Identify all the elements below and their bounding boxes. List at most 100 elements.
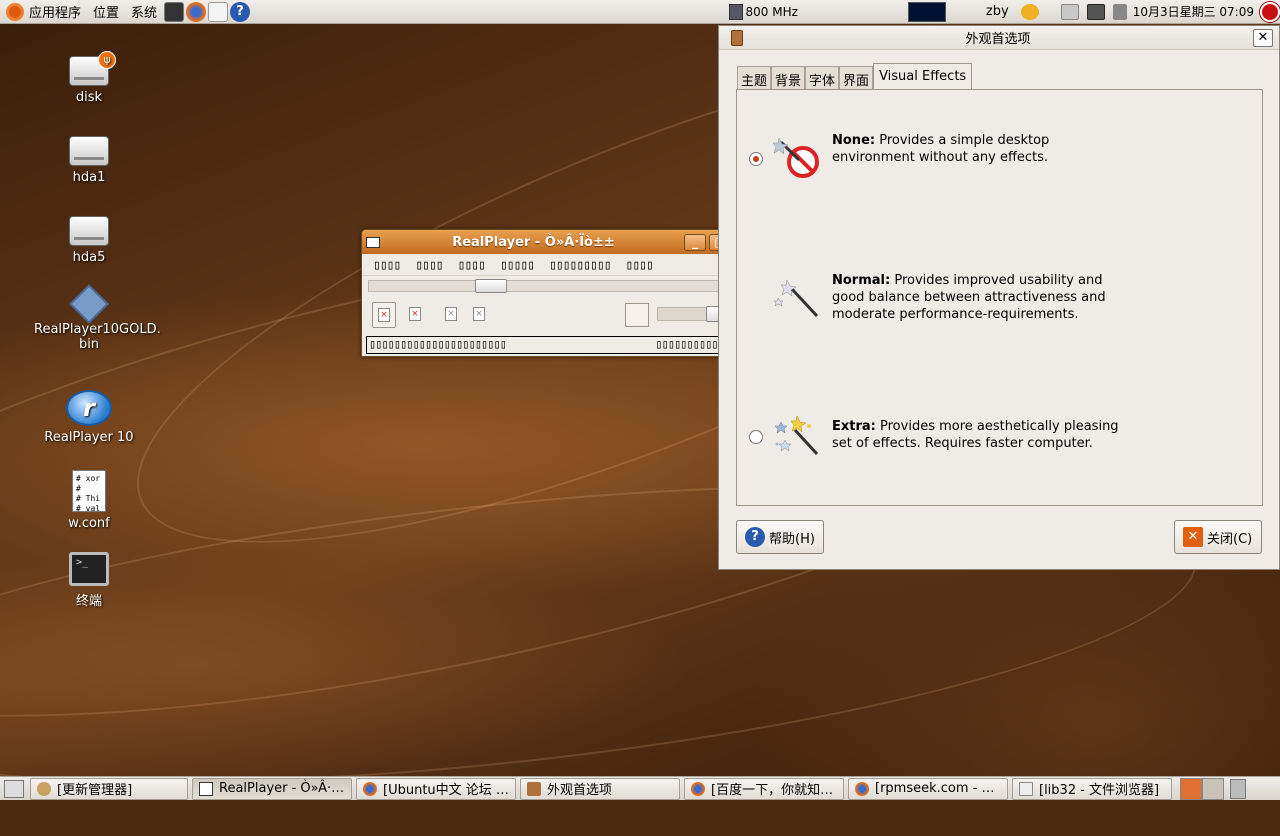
realplayer-logo-icon: r [66, 390, 112, 426]
desktop-icon-terminal[interactable]: >_ 终端 [34, 552, 144, 609]
taskbar-item-file-browser[interactable]: [lib32 - 文件浏览器] [1012, 777, 1172, 800]
realplayer-titlebar[interactable]: RealPlayer - Ò»Â·Ïò±± _ □ ✕ [362, 230, 760, 254]
tab-interface[interactable]: 界面 [839, 66, 874, 90]
effect-name-normal: Normal: [832, 273, 891, 288]
taskbar-item-appearance[interactable]: 外观首选项 [520, 777, 680, 800]
menu-item-2[interactable]: ▯▯▯▯ [410, 256, 447, 273]
help-button[interactable]: ? 帮助(H) [736, 520, 824, 554]
network-icon[interactable] [1086, 3, 1105, 20]
desktop-icon-label: disk [75, 90, 103, 105]
window-icon [199, 781, 213, 796]
cpu-frequency-icon [728, 3, 743, 20]
system-monitor-graph[interactable] [907, 1, 946, 22]
printer-icon[interactable] [1060, 3, 1079, 20]
tab-fonts[interactable]: 字体 [805, 66, 840, 90]
taskbar-item-label: RealPlayer - Ò»Â·… [219, 781, 345, 796]
tab-background[interactable]: 背景 [771, 66, 806, 90]
window-menu-icon[interactable] [366, 236, 380, 248]
effect-radio-extra[interactable] [749, 430, 763, 444]
realplayer-menubar: ▯▯▯▯ ▯▯▯▯ ▯▯▯▯ ▯▯▯▯▯ ▯▯▯▯▯▯▯▯▯ ▯▯▯▯ [362, 254, 760, 276]
taskbar-item-rpmseek[interactable]: [rpmseek.com - … [848, 777, 1008, 800]
effect-radio-none[interactable] [749, 152, 763, 166]
update-notifier-icon[interactable] [1020, 3, 1039, 20]
seek-slider-thumb[interactable] [475, 279, 507, 293]
desktop-icon-label: 终端 [75, 594, 102, 609]
places-menu[interactable]: 位置 [87, 0, 125, 24]
play-button[interactable]: × [372, 302, 396, 328]
window-title: RealPlayer - Ò»Â·Ïò±± [452, 234, 615, 250]
desktop-icon-label: hda1 [72, 170, 106, 185]
window-title: 外观首选项 [965, 32, 1031, 47]
help-icon: ? [745, 527, 765, 547]
help-button-label: 帮助(H) [769, 531, 815, 547]
update-manager-icon [37, 781, 51, 796]
menu-item-3[interactable]: ▯▯▯▯ [453, 256, 490, 273]
close-button[interactable]: ✕ 关闭(C) [1174, 520, 1262, 554]
stop-button[interactable]: × [404, 302, 428, 328]
status-left-text: ▯▯▯▯▯▯▯▯▯▯▯▯▯▯▯▯▯▯▯▯▯▯ [369, 337, 507, 351]
seek-slider[interactable] [368, 279, 756, 293]
firefox-icon [363, 781, 377, 796]
top-panel: 应用程序 位置 系统 ? 800 MHz zby 10月3日星期三 07:09 [0, 0, 1280, 24]
menu-item-4[interactable]: ▯▯▯▯▯ [495, 256, 539, 273]
workspace-1[interactable] [1180, 777, 1202, 800]
tab-theme[interactable]: 主题 [737, 66, 772, 90]
taskbar-item-update-manager[interactable]: [更新管理器] [30, 777, 188, 800]
desktop-icon-label: w.conf [68, 516, 110, 531]
workspace-2[interactable] [1202, 777, 1224, 800]
applications-menu-label: 应用程序 [29, 6, 82, 21]
firefox-icon [855, 781, 869, 796]
previous-button[interactable]: × [440, 302, 464, 328]
text-file-icon: # xor # # Thi # val [72, 470, 106, 513]
bottom-panel: [更新管理器] RealPlayer - Ò»Â·… [Ubuntu中文 论坛 … [0, 776, 1280, 800]
menu-item-5[interactable]: ▯▯▯▯▯▯▯▯▯ [544, 256, 615, 273]
taskbar-item-baidu[interactable]: [百度一下，你就知… [684, 777, 844, 800]
desktop-icon-wconf[interactable]: # xor # # Thi # val w.conf [34, 470, 144, 531]
desktop-icon-disk[interactable]: ψ disk [34, 51, 144, 105]
effect-text-extra: Extra: Provides more aesthetically pleas… [832, 418, 1132, 452]
taskbar-item-label: [rpmseek.com - … [875, 781, 995, 796]
firefox-icon [691, 781, 705, 796]
minimize-button[interactable]: _ [684, 233, 706, 251]
missing-image-icon: × [445, 307, 457, 321]
cpu-frequency-text: 800 MHz [745, 4, 798, 19]
mail-launcher-icon[interactable] [208, 1, 229, 22]
terminal-launcher-icon[interactable] [164, 1, 185, 22]
firefox-launcher-icon[interactable] [186, 1, 207, 22]
desktop-icon-realplayer[interactable]: r RealPlayer 10 [34, 390, 144, 445]
taskbar-item-label: [Ubuntu中文 论坛 … [383, 783, 509, 798]
menu-item-1[interactable]: ▯▯▯▯ [368, 256, 405, 273]
appearance-app-icon[interactable] [731, 29, 743, 46]
desktop-icon-realplayer-bin[interactable]: RealPlayer10GOLD. bin [34, 284, 161, 352]
taskbar-item-label: 外观首选项 [547, 783, 613, 798]
menu-item-6[interactable]: ▯▯▯▯ [621, 256, 658, 273]
effect-name-none: None: [832, 133, 876, 148]
taskbar-item-realplayer[interactable]: RealPlayer - Ò»Â·… [192, 777, 352, 800]
taskbar-item-label: [lib32 - 文件浏览器] [1039, 783, 1160, 798]
user-name[interactable]: zby [986, 4, 1009, 19]
power-icon[interactable] [1260, 1, 1280, 22]
usb-badge-icon: ψ [98, 51, 116, 69]
volume-icon[interactable] [1112, 3, 1127, 20]
desktop-icon-hda5[interactable]: hda5 [34, 216, 144, 265]
mute-button[interactable] [625, 303, 649, 327]
next-button[interactable]: × [468, 302, 492, 328]
show-desktop-button[interactable] [4, 779, 24, 798]
tab-visual-effects[interactable]: Visual Effects [873, 63, 973, 91]
system-menu[interactable]: 系统 [125, 0, 163, 24]
trash-icon[interactable] [1230, 778, 1246, 799]
tab-bar: 主题 背景 字体 界面 Visual Effects [737, 62, 973, 91]
clock[interactable]: 10月3日星期三 07:09 [1133, 3, 1254, 20]
close-button-label: 关闭(C) [1207, 531, 1253, 547]
appearance-titlebar[interactable]: 外观首选项 ✕ [719, 26, 1279, 50]
taskbar-item-label: [更新管理器] [57, 783, 133, 798]
no-effects-wand-icon [773, 137, 819, 178]
workspace-switcher[interactable] [1180, 777, 1224, 800]
desktop-icon-hda1[interactable]: hda1 [34, 136, 144, 185]
applications-menu[interactable]: 应用程序 [0, 0, 87, 24]
places-menu-label: 位置 [93, 6, 120, 21]
taskbar-item-ubuntu-forum[interactable]: [Ubuntu中文 论坛 … [356, 777, 516, 800]
close-window-button[interactable]: ✕ [1253, 28, 1273, 47]
drive-icon [69, 216, 109, 246]
help-launcher-icon[interactable]: ? [230, 1, 251, 22]
